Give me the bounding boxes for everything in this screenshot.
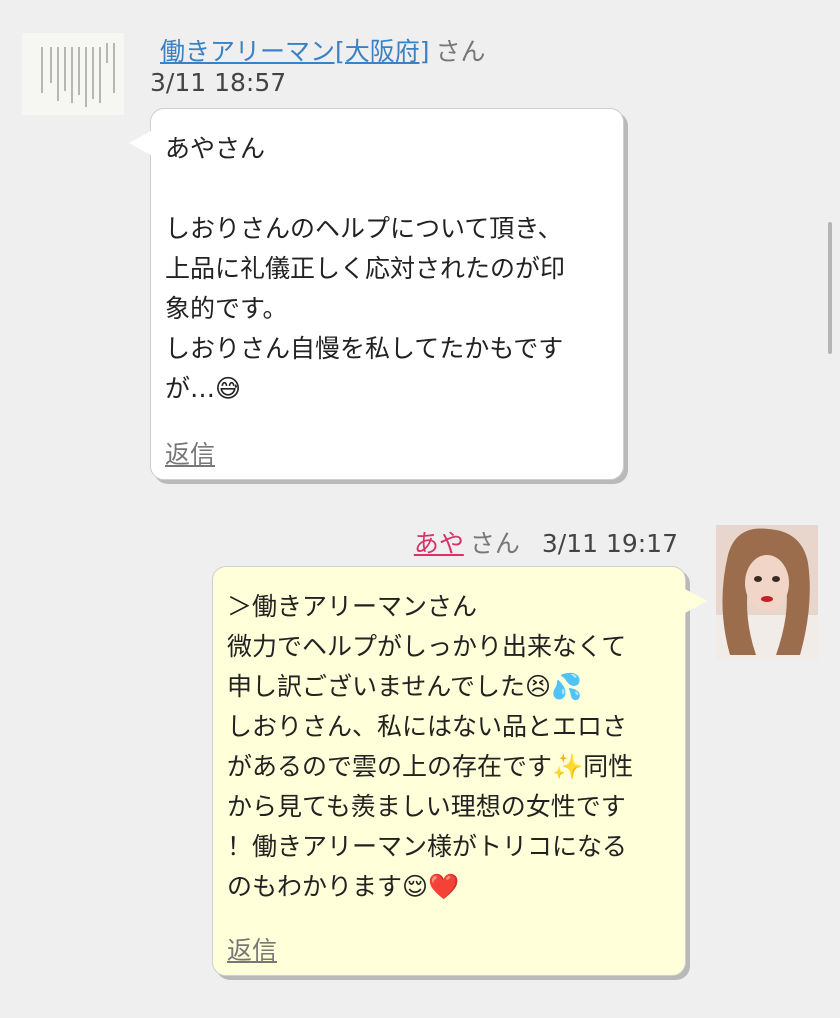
message-timestamp: 3/11 18:57 [150, 68, 287, 97]
message-line: が…😅 [165, 374, 242, 403]
message-line: しおりさんのヘルプについて頂き、 [165, 214, 563, 243]
sender-name-link[interactable]: あや [414, 529, 464, 558]
reply-link[interactable]: 返信 [227, 931, 277, 967]
sender-name-line: あや さん 3/11 19:17 [414, 524, 678, 560]
message-line: 上品に礼儀正しく応対されたのが印 [165, 254, 566, 283]
sender-name-link[interactable]: 働きアリーマン[大阪府] [160, 37, 430, 66]
bubble-tail [685, 589, 707, 613]
message-line: あやさん [165, 134, 266, 163]
reply-link[interactable]: 返信 [165, 435, 215, 471]
message-line: から見ても羨ましい理想の女性です [227, 792, 626, 821]
message-body: ＞働きアリーマンさん 微力でヘルプがしっかり出来なくて 申し訳ございませんでした… [227, 587, 673, 907]
sender-suffix: さん [469, 529, 520, 558]
message-line: ！働きアリーマン様がトリコになる [227, 832, 628, 861]
sender-avatar[interactable] [22, 33, 124, 115]
message-line: 微力でヘルプがしっかり出来なくて [227, 632, 627, 661]
scrollbar[interactable] [828, 222, 832, 354]
message-body: あやさん しおりさんのヘルプについて頂き、 上品に礼儀正しく応対されたのが印 象… [165, 129, 611, 409]
message-timestamp: 3/11 19:17 [541, 529, 678, 558]
sender-name-line: 働きアリーマン[大阪府] さん [160, 32, 486, 68]
bubble-tail [129, 131, 151, 155]
sender-suffix: さん [435, 37, 486, 66]
message-bubble: あやさん しおりさんのヘルプについて頂き、 上品に礼儀正しく応対されたのが印 象… [129, 108, 624, 480]
message-line [165, 169, 611, 209]
message-line: しおりさん自慢を私してたかもです [165, 334, 564, 363]
message-line: があるので雲の上の存在です✨同性 [227, 752, 634, 781]
profile-photo [716, 525, 818, 660]
message-line: ＞働きアリーマンさん [227, 592, 478, 621]
handwritten-note-image [22, 33, 124, 115]
message-line: 象的です。 [165, 294, 288, 323]
message-line: のもわかります😌❤️ [227, 872, 460, 901]
message-line: しおりさん、私にはない品とエロさ [227, 712, 628, 741]
message-line: 申し訳ございませんでした😣💦 [227, 672, 583, 701]
cast-avatar[interactable] [716, 525, 818, 660]
message-bubble: ＞働きアリーマンさん 微力でヘルプがしっかり出来なくて 申し訳ございませんでした… [212, 566, 707, 976]
